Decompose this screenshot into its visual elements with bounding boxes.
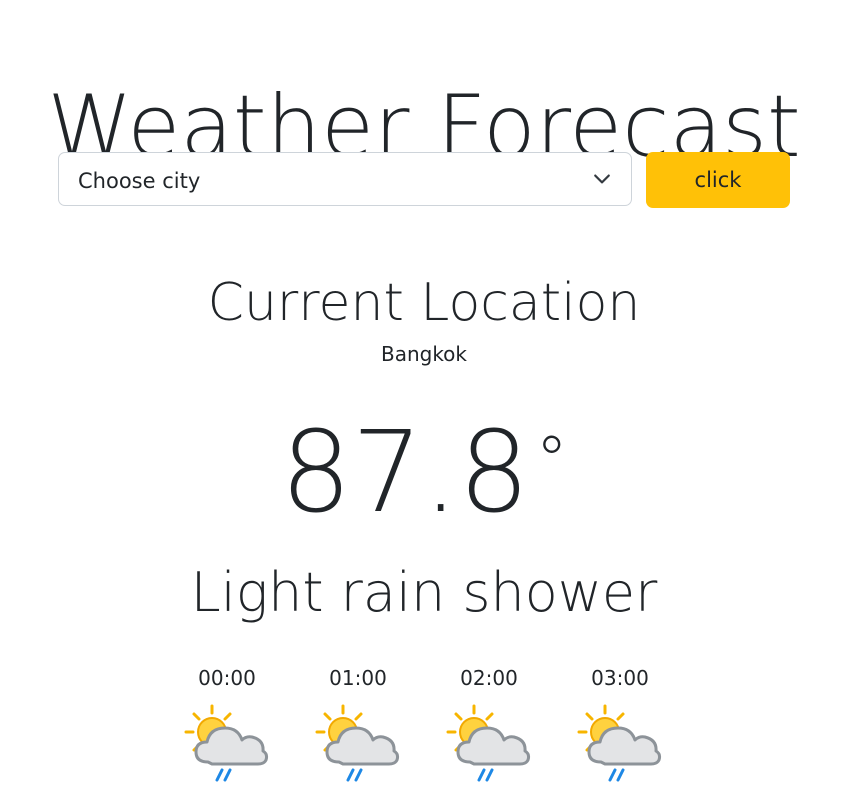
hour-time: 03:00 xyxy=(591,666,649,690)
city-name: Bangkok xyxy=(380,342,468,366)
click-button[interactable]: click xyxy=(646,152,790,208)
temperature-value: 87.8 xyxy=(280,408,530,538)
hourly-forecast: 00:00 01:00 02:00 03:00 xyxy=(0,660,861,810)
chevron-down-icon xyxy=(594,174,610,184)
light-rain-shower-icon xyxy=(577,704,662,782)
hourly-item: 02:00 xyxy=(439,660,539,788)
degree-symbol: ° xyxy=(535,424,568,498)
current-location-heading: Current Location xyxy=(207,273,641,333)
hourly-item: 03:00 xyxy=(570,660,670,788)
light-rain-shower-icon xyxy=(446,704,531,782)
city-controls: Choose city click xyxy=(58,152,790,208)
city-select[interactable]: Choose city xyxy=(58,152,632,206)
hour-time: 01:00 xyxy=(329,666,387,690)
hourly-item: 01:00 xyxy=(308,660,408,788)
city-select-value: Choose city xyxy=(78,169,201,193)
current-temperature: 87.8° xyxy=(0,408,848,538)
weather-condition: Light rain shower xyxy=(190,561,658,624)
hour-time: 02:00 xyxy=(460,666,518,690)
hour-time: 00:00 xyxy=(198,666,256,690)
light-rain-shower-icon xyxy=(315,704,400,782)
hourly-item: 00:00 xyxy=(177,660,277,788)
light-rain-shower-icon xyxy=(184,704,269,782)
